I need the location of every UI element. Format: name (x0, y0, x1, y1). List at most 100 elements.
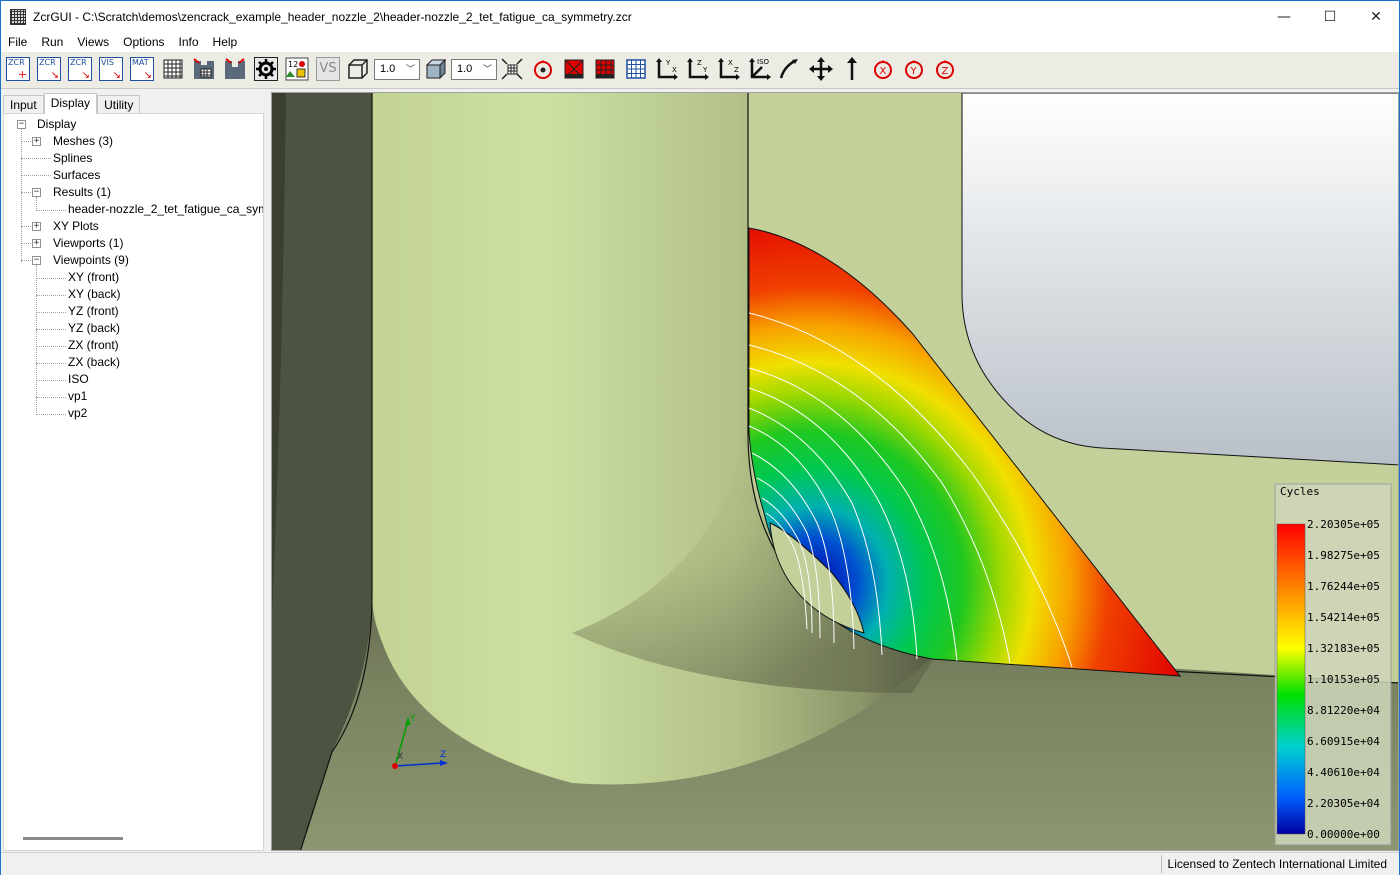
chevron-down-icon: ﹀ (482, 64, 492, 74)
tree-node-viewpoint[interactable]: XY (back) (68, 286, 120, 303)
wireframe-cube-icon (348, 59, 368, 79)
tree-node-viewpoint[interactable]: ZX (front) (68, 337, 119, 354)
collapse-icon[interactable]: − (32, 188, 41, 197)
tree-connector (36, 265, 37, 415)
zoom-button[interactable] (840, 57, 864, 81)
tree-node-viewpoint[interactable]: YZ (back) (68, 320, 120, 337)
reset-view-button[interactable] (531, 57, 555, 81)
tree-connector (36, 312, 66, 313)
tree-horizontal-scrollbar[interactable] (23, 837, 123, 840)
svg-text:ISO: ISO (757, 58, 770, 66)
vis-button[interactable]: VIS ↘ (99, 57, 123, 81)
rotate-x-button[interactable]: X (871, 57, 895, 81)
svg-text:Y: Y (702, 66, 708, 74)
settings-button[interactable] (254, 57, 278, 81)
legend-label: 2.20305e+04 (1307, 797, 1380, 810)
zcr-new-button[interactable]: ZCR + (6, 57, 30, 81)
panel-tabs: Input Display Utility (3, 93, 141, 114)
show-mesh-icon (595, 59, 615, 79)
tree-connector (36, 278, 66, 279)
crack-mesh-button[interactable] (192, 57, 216, 81)
tree-node-display[interactable]: Display (37, 116, 76, 133)
menu-help[interactable]: Help (206, 32, 245, 52)
tree-node-viewpoint[interactable]: YZ (front) (68, 303, 119, 320)
mat-button[interactable]: MAT ↘ (130, 57, 154, 81)
crack-block-icon (193, 58, 214, 79)
menu-views[interactable]: Views (70, 32, 116, 52)
solid-cube-button[interactable] (424, 57, 448, 81)
show-elements-button[interactable] (593, 57, 617, 81)
tree-node-xy-plots[interactable]: XY Plots (53, 218, 99, 235)
tab-input[interactable]: Input (3, 95, 44, 114)
tree-connector (36, 329, 66, 330)
wireframe-scale-select[interactable]: 1.0 ﹀ (374, 59, 420, 80)
axis-xy-icon: YX (656, 58, 678, 80)
tab-utility[interactable]: Utility (97, 95, 141, 114)
maximize-button[interactable]: ☐ (1307, 1, 1353, 32)
legend-label: 1.98275e+05 (1307, 549, 1380, 562)
app-grid-icon (10, 8, 26, 25)
menu-options[interactable]: Options (116, 32, 171, 52)
pan-button[interactable] (809, 57, 833, 81)
wireframe-cube-button[interactable] (346, 57, 370, 81)
toolbar: ZCR + ZCR ↘ ZCR ↘ VIS ↘ MAT ↘ 12 VS 1.0 ﹀ 1.0 ﹀ (1, 52, 1399, 89)
rotate-reset-icon (534, 60, 552, 79)
expand-icon[interactable]: + (32, 137, 41, 146)
close-button[interactable]: ✕ (1353, 1, 1399, 32)
menu-run[interactable]: Run (34, 32, 70, 52)
mesh-display-button[interactable] (624, 57, 648, 81)
arrow-icon: ↘ (81, 70, 90, 81)
tree-node-splines[interactable]: Splines (53, 150, 92, 167)
expand-icon[interactable]: + (32, 222, 41, 231)
tab-display[interactable]: Display (43, 93, 98, 114)
tree-connector (36, 210, 66, 211)
expand-icon[interactable]: + (32, 239, 41, 248)
draw-line-button[interactable] (777, 57, 801, 81)
zoom-fit-button[interactable] (500, 57, 524, 81)
plus-icon: + (17, 68, 27, 81)
crack-block-button[interactable] (223, 57, 247, 81)
mesh-grid-button[interactable] (161, 57, 185, 81)
tree-node-surfaces[interactable]: Surfaces (53, 167, 100, 184)
legend-label: 1.76244e+05 (1307, 580, 1380, 593)
view-xy-button[interactable]: YX (655, 57, 679, 81)
tree-connector (36, 197, 37, 211)
menu-file[interactable]: File (1, 32, 34, 52)
vs-button[interactable]: VS (316, 57, 340, 81)
arrow-icon: ↘ (50, 70, 59, 81)
gear-icon (256, 59, 276, 79)
collapse-icon[interactable]: − (17, 120, 26, 129)
tree-node-viewpoint[interactable]: vp1 (68, 388, 87, 405)
zcr-open-button[interactable]: ZCR ↘ (37, 57, 61, 81)
graphics-viewport[interactable]: Y X Z Cycles 2.20305e+05 1.98275e+05 1.762… (271, 92, 1399, 851)
view-iso-button[interactable]: ISO (748, 57, 772, 81)
tree-node-viewpoint[interactable]: ISO (68, 371, 89, 388)
tree-node-meshes[interactable]: Meshes (3) (53, 133, 113, 150)
tree-node-viewports[interactable]: Viewports (1) (53, 235, 123, 252)
menu-info[interactable]: Info (172, 32, 206, 52)
minimize-button[interactable]: — (1261, 1, 1307, 32)
legend-title: Cycles (1280, 485, 1320, 498)
tree-node-viewpoint[interactable]: ZX (back) (68, 354, 120, 371)
collapse-icon[interactable]: − (32, 256, 41, 265)
app-window: ZcrGUI - C:\Scratch\demos\zencrack_examp… (0, 0, 1400, 875)
tree-node-viewpoint[interactable]: XY (front) (68, 269, 119, 286)
zoom-fit-icon (501, 58, 523, 80)
tree-node-viewpoint[interactable]: vp2 (68, 405, 87, 422)
numbering-button[interactable]: 12 (285, 57, 309, 81)
rotate-y-button[interactable]: Y (902, 57, 926, 81)
rotate-z-button[interactable]: Z (933, 57, 957, 81)
arrow-icon: ↘ (143, 70, 152, 81)
solid-scale-select[interactable]: 1.0 ﹀ (451, 59, 497, 80)
arrow-icon: ↘ (112, 70, 121, 81)
tree-node-results[interactable]: Results (1) (53, 184, 111, 201)
rotate-z-icon: Z (936, 60, 954, 79)
tree-node-viewpoints[interactable]: Viewpoints (9) (53, 252, 129, 269)
triad-y-label: Y (409, 714, 416, 724)
view-zy-button[interactable]: ZY (686, 57, 710, 81)
zcr-run-button[interactable]: ZCR ↘ (68, 57, 92, 81)
view-xz-button[interactable]: XZ (717, 57, 741, 81)
tree-node-result-file[interactable]: header-nozzle_2_tet_fatigue_ca_symmetry (68, 201, 263, 218)
tree-connector (21, 158, 51, 159)
hide-elements-button[interactable] (562, 57, 586, 81)
